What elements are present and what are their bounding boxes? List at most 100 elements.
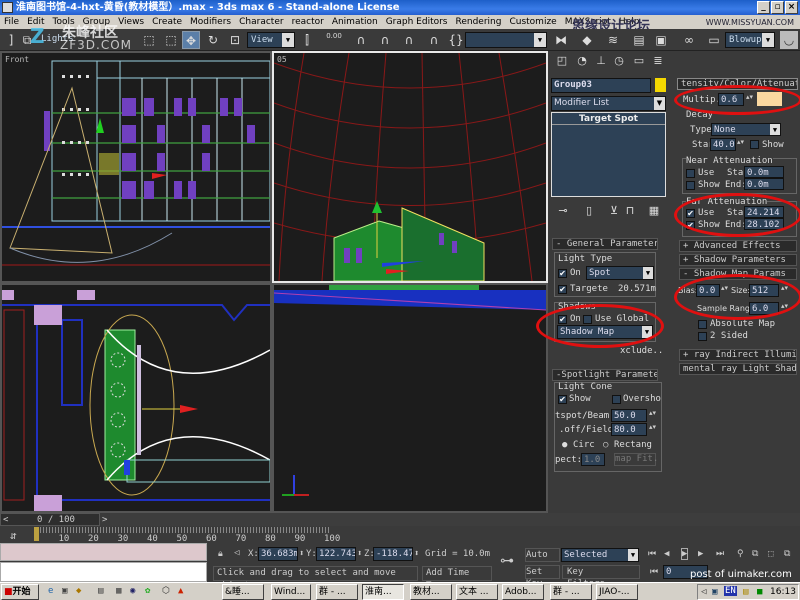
select-scale-icon[interactable]: ⊡ [226, 31, 244, 49]
modify-tab-icon[interactable]: ◔ [573, 53, 591, 69]
restore-button[interactable]: ▫ [771, 1, 784, 14]
cone-show-checkbox[interactable]: ✔ [558, 395, 567, 404]
decay-start-field[interactable]: 40.0m [710, 138, 736, 151]
taskbar-item[interactable]: 群 - ... [550, 584, 592, 600]
taskbar-item[interactable]: 群 - ... [316, 584, 358, 600]
goto-start-icon[interactable]: ⏮ [648, 549, 656, 559]
display-tab-icon[interactable]: ▭ [630, 53, 648, 69]
use-global-checkbox[interactable] [583, 315, 592, 324]
viewport-top[interactable] [0, 283, 272, 513]
quicklaunch-icon[interactable]: ⬡ [162, 586, 170, 596]
maxscript-listener-pink[interactable] [0, 543, 207, 561]
material-editor-icon[interactable]: ∞ [680, 31, 698, 49]
sample-range-field[interactable]: 6.0 [749, 302, 779, 315]
show-end-result-icon[interactable]: ▯ [580, 203, 598, 219]
taskbar-item-active[interactable]: 淮南... [362, 584, 404, 600]
zoom-extents-icon[interactable]: ⬚ [768, 549, 773, 559]
viewport-camera[interactable]: 05 [272, 51, 548, 283]
bias-field[interactable]: 0.0 [696, 284, 720, 297]
mirror-icon[interactable]: ⧓ [552, 31, 570, 49]
modifier-list-dropdown[interactable]: Modifier List ▼ [551, 96, 666, 111]
named-selection-dropdown[interactable]: ▼ [465, 32, 547, 48]
edit-named-sel-icon[interactable]: {} [447, 31, 465, 49]
object-name-field[interactable]: Group03 [551, 78, 651, 93]
circle-radio[interactable]: ● [562, 440, 567, 450]
falloff-field[interactable]: 80.0 [611, 423, 647, 436]
zoom-extents-all-icon[interactable]: ⧉ [784, 549, 790, 559]
ie-icon[interactable]: e [48, 586, 53, 596]
align-icon[interactable]: ◆ [578, 31, 596, 49]
pin-stack-icon[interactable]: ⊸ [554, 203, 572, 219]
motion-tab-icon[interactable]: ◷ [610, 53, 628, 69]
percent-snap-icon[interactable]: ∩ [400, 31, 418, 49]
key-mode-dropdown[interactable]: Selected ▼ [561, 548, 639, 562]
set-key-button[interactable]: Set Key [525, 565, 560, 589]
lock-icon[interactable]: 🔒︎ [218, 549, 223, 559]
next-frame-icon[interactable]: ▶ [698, 549, 703, 559]
ref-coord-dropdown[interactable]: View ▼ [247, 32, 295, 48]
shadows-on-checkbox[interactable]: ✔ [558, 315, 567, 324]
curve-editor-icon[interactable]: ▤ [630, 31, 648, 49]
quicklaunch-icon[interactable]: ◆ [76, 586, 81, 596]
configure-sets-icon[interactable]: ▦ [645, 203, 663, 219]
ime-icon[interactable]: ▤ [743, 587, 748, 597]
y-spinner[interactable]: ⬍ [357, 549, 362, 559]
mr-indirect-rollout[interactable]: + ray Indirect Illumin [679, 349, 797, 361]
multiplier-field[interactable]: 0.6 [718, 93, 744, 106]
taskbar-item[interactable]: 文本 ... [456, 584, 498, 600]
select-region-icon[interactable]: ⬚ [140, 31, 158, 49]
zoom-icon[interactable]: ⚲ [737, 549, 744, 559]
zoom-all-icon[interactable]: ⧉ [752, 549, 758, 559]
taskbar-item[interactable]: Adob... [502, 584, 544, 600]
bias-spinner[interactable]: ▴▾ [721, 285, 728, 297]
key-filters-button[interactable]: Key Filters... [562, 565, 640, 589]
layer-manager-icon[interactable]: ≋ [604, 31, 622, 49]
decay-type-dropdown[interactable]: None ▼ [711, 123, 781, 136]
absolute-map-checkbox[interactable] [698, 320, 707, 329]
targeted-checkbox[interactable]: ✔ [558, 285, 567, 294]
render-scene-icon[interactable]: ▭ [705, 31, 723, 49]
x-coord-field[interactable]: 36.683m [258, 547, 298, 561]
z-spinner[interactable]: ⬍ [414, 549, 419, 559]
key-mode-toggle-icon[interactable]: ⏮ [650, 567, 658, 577]
quicklaunch-icon[interactable]: ▲ [178, 586, 183, 596]
language-indicator[interactable]: EN [724, 586, 737, 596]
far-start-field[interactable]: 24.214 [744, 206, 784, 218]
far-end-field[interactable]: 28.102 [744, 218, 784, 230]
snap-toggle-icon[interactable]: ∩ [352, 31, 370, 49]
far-use-checkbox[interactable]: ✔ [686, 209, 695, 218]
light-type-dropdown[interactable]: Spot ▼ [586, 266, 654, 280]
multiplier-spinner[interactable]: ▴▾ [746, 94, 753, 106]
menu-graph-editors[interactable]: Graph Editors [382, 15, 452, 29]
menu-create[interactable]: Create [148, 15, 186, 29]
trackbar-toggle-icon[interactable]: ⇵ [10, 529, 17, 542]
select-rotate-icon[interactable]: ↻ [204, 31, 222, 49]
menu-modifiers[interactable]: Modifiers [186, 15, 235, 29]
minimize-button[interactable]: _ [757, 1, 770, 14]
close-button[interactable]: × [785, 1, 798, 14]
rectangle-radio[interactable]: ○ [603, 440, 608, 450]
network-icon[interactable]: ▣ [712, 587, 717, 597]
advanced-effects-rollout[interactable]: + Advanced Effects [679, 240, 797, 252]
hotspot-spinner[interactable]: ▴▾ [649, 410, 656, 422]
general-parameters-rollout[interactable]: - General Parameters [552, 238, 658, 250]
viewport-perspective[interactable] [272, 283, 548, 513]
light-on-checkbox[interactable]: ✔ [558, 269, 567, 278]
spinner-snap-toggle-icon[interactable]: ∩ [425, 31, 443, 49]
size-spinner[interactable]: ▴▾ [781, 285, 788, 297]
overshoot-checkbox[interactable] [612, 395, 621, 404]
shadow-type-dropdown[interactable]: Shadow Map ▼ [557, 325, 653, 339]
z-coord-field[interactable]: -118.474 [373, 547, 413, 561]
menu-customize[interactable]: Customize [505, 15, 560, 29]
taskbar-item[interactable]: JIAO-... [596, 584, 638, 600]
decay-start-spinner[interactable]: ▴▾ [737, 139, 744, 151]
window-crossing-icon[interactable]: ⬚ [162, 31, 180, 49]
volume-icon[interactable]: ◁ [701, 587, 706, 597]
quicklaunch-icon[interactable]: ▦ [116, 586, 121, 596]
viewport-label[interactable]: Front [5, 55, 29, 64]
remove-modifier-icon[interactable]: ⊓ [621, 203, 639, 219]
near-use-checkbox[interactable] [686, 169, 695, 178]
quicklaunch-icon[interactable]: ◉ [130, 586, 135, 596]
aspect-field[interactable]: 1.0 [581, 453, 605, 466]
time-slider[interactable]: < 0 / 100 > [0, 513, 107, 526]
